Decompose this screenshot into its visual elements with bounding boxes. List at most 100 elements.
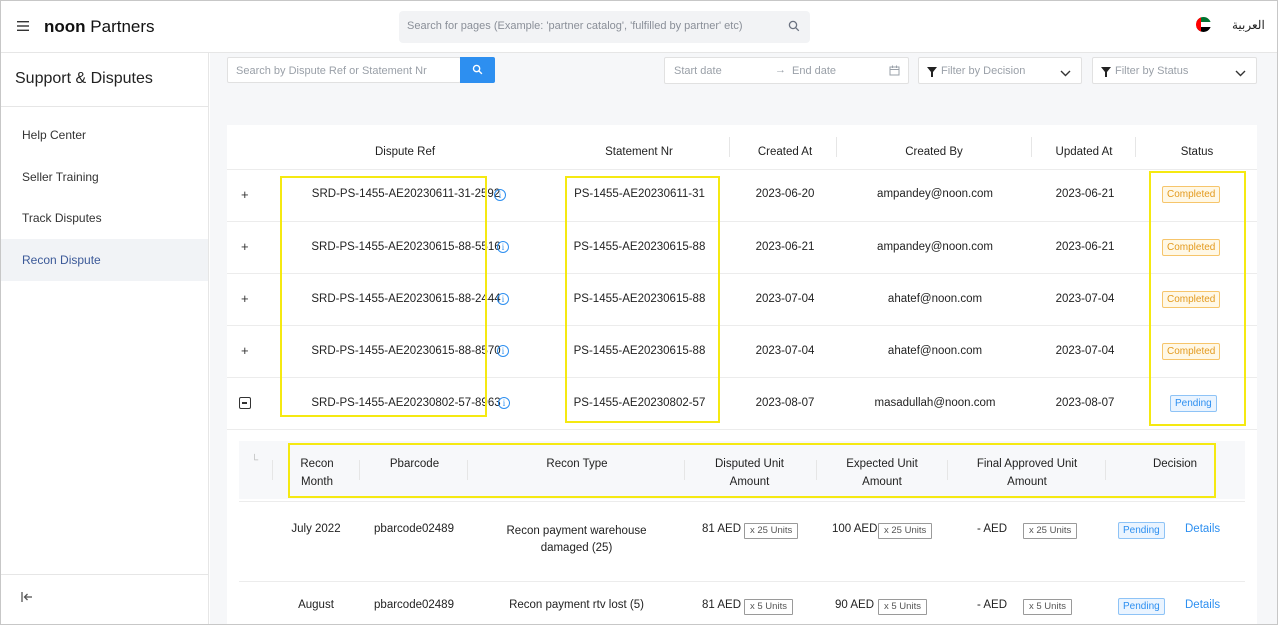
global-search-placeholder: Search for pages (Example: 'partner cata… — [407, 20, 743, 32]
sidebar-item-track-disputes[interactable]: Track Disputes — [1, 197, 208, 239]
expected-amount-cell: 100 AED — [832, 523, 878, 535]
pbarcode-cell: pbarcode02489 — [374, 523, 454, 535]
column-divider — [1031, 137, 1032, 157]
column-header-status[interactable]: Status — [1145, 146, 1249, 158]
decision-badge: Pending — [1118, 522, 1165, 539]
highlight-box-dispute-ref — [280, 176, 487, 417]
dispute-search-input[interactable]: Search by Dispute Ref or Statement Nr — [227, 57, 461, 83]
filter-icon — [1101, 66, 1111, 80]
sidebar-divider — [1, 106, 208, 107]
decision-filter-placeholder: Filter by Decision — [941, 65, 1026, 77]
filter-icon — [927, 66, 937, 80]
start-date-field[interactable]: Start date — [674, 65, 722, 77]
column-header-created-at[interactable]: Created At — [732, 146, 838, 158]
search-icon — [472, 64, 483, 75]
updated-at-cell: 2023-07-04 — [1055, 345, 1115, 357]
recon-type-cell: Recon payment warehouse damaged (25) — [506, 525, 647, 554]
final-amount-cell: - AED — [977, 599, 1008, 611]
updated-at-cell: 2023-08-07 — [1055, 397, 1115, 409]
created-at-cell: 2023-07-04 — [755, 293, 815, 305]
expand-row-icon[interactable]: + — [241, 239, 249, 254]
info-icon[interactable]: i — [497, 241, 509, 253]
pbarcode-cell: pbarcode02489 — [374, 599, 454, 611]
decision-badge: Pending — [1118, 598, 1165, 615]
status-filter-dropdown[interactable]: Filter by Status — [1092, 57, 1257, 84]
info-icon[interactable]: i — [497, 293, 509, 305]
brand-logo[interactable]: noon Partners — [44, 17, 155, 37]
row-divider — [239, 501, 1245, 502]
column-header-statement-nr[interactable]: Statement Nr — [587, 146, 691, 158]
highlight-box-status — [1149, 171, 1246, 426]
dispute-search-placeholder: Search by Dispute Ref or Statement Nr — [236, 65, 427, 77]
global-search-input[interactable]: Search for pages (Example: 'partner cata… — [399, 11, 810, 43]
chevron-down-icon — [1235, 66, 1246, 80]
created-by-cell: ampandey@noon.com — [877, 188, 993, 200]
created-at-cell: 2023-06-20 — [755, 188, 815, 200]
created-by-cell: ampandey@noon.com — [877, 241, 993, 253]
info-icon[interactable]: i — [497, 345, 509, 357]
expand-row-icon[interactable]: + — [241, 343, 249, 358]
sidebar-bottom-divider — [1, 574, 208, 575]
updated-at-cell: 2023-06-21 — [1055, 188, 1115, 200]
expected-units-tag: x 25 Units — [878, 523, 933, 539]
disputed-amount-cell: 81 AED — [702, 523, 741, 535]
created-by-cell: masadullah@noon.com — [874, 397, 996, 409]
column-divider — [1135, 137, 1136, 157]
recon-month-cell: July 2022 — [291, 523, 341, 535]
search-icon[interactable] — [788, 20, 800, 35]
column-divider — [836, 137, 837, 157]
final-units-tag: x 5 Units — [1023, 599, 1072, 615]
hamburger-icon[interactable] — [17, 18, 29, 35]
final-units-tag: x 25 Units — [1023, 523, 1078, 539]
collapse-row-icon[interactable] — [239, 397, 251, 409]
column-header-created-by[interactable]: Created By — [867, 146, 1001, 158]
column-header-dispute-ref[interactable]: Dispute Ref — [352, 146, 458, 158]
final-amount-cell: - AED — [977, 523, 1008, 535]
created-by-cell: ahatef@noon.com — [887, 345, 983, 357]
details-link[interactable]: Details — [1185, 599, 1220, 611]
disputed-units-tag: x 5 Units — [744, 599, 793, 615]
dispute-search-button[interactable] — [460, 57, 495, 83]
language-toggle[interactable]: العربية — [1232, 18, 1265, 32]
updated-at-cell: 2023-07-04 — [1055, 293, 1115, 305]
end-date-field[interactable]: End date — [792, 65, 836, 77]
info-icon[interactable]: i — [494, 189, 506, 201]
expand-row-icon[interactable]: + — [241, 291, 249, 306]
info-icon[interactable]: i — [498, 397, 510, 409]
column-divider — [272, 460, 273, 480]
top-bar: noon Partners Search for pages (Example:… — [1, 1, 1277, 53]
calendar-icon[interactable] — [889, 65, 900, 79]
sidebar-title: Support & Disputes — [15, 70, 153, 87]
disputed-amount-cell: 81 AED — [702, 599, 741, 611]
decision-filter-dropdown[interactable]: Filter by Decision — [918, 57, 1082, 84]
column-header-updated-at[interactable]: Updated At — [1032, 146, 1136, 158]
sidebar-item-seller-training[interactable]: Seller Training — [1, 156, 208, 198]
created-at-cell: 2023-07-04 — [755, 345, 815, 357]
collapse-sidebar-icon[interactable] — [21, 590, 33, 606]
recon-month-cell: August — [298, 599, 334, 611]
created-at-cell: 2023-06-21 — [755, 241, 815, 253]
arrow-right-icon: → — [775, 64, 786, 76]
expand-row-icon[interactable]: + — [241, 187, 249, 202]
app-window: noon Partners Search for pages (Example:… — [0, 0, 1278, 625]
status-filter-placeholder: Filter by Status — [1115, 65, 1189, 77]
date-range-picker[interactable]: Start date → End date — [664, 57, 909, 84]
details-link[interactable]: Details — [1185, 523, 1220, 535]
sidebar-item-recon-dispute[interactable]: Recon Dispute — [1, 239, 208, 281]
row-divider — [239, 581, 1245, 582]
highlight-box-statement-nr — [565, 176, 720, 423]
expected-amount-cell: 90 AED — [835, 599, 874, 611]
tree-connector-icon: └ — [251, 455, 259, 466]
created-by-cell: ahatef@noon.com — [887, 293, 983, 305]
column-divider — [729, 137, 730, 157]
row-divider — [227, 429, 1257, 430]
chevron-down-icon — [1060, 66, 1071, 80]
created-at-cell: 2023-08-07 — [755, 397, 815, 409]
sidebar: Support & Disputes Help Center Seller Tr… — [1, 53, 209, 624]
sidebar-item-help-center[interactable]: Help Center — [1, 114, 208, 156]
uae-flag-icon[interactable] — [1196, 17, 1211, 32]
updated-at-cell: 2023-06-21 — [1055, 241, 1115, 253]
disputed-units-tag: x 25 Units — [744, 523, 799, 539]
recon-type-cell: Recon payment rtv lost (5) — [509, 599, 644, 611]
table-header-border — [227, 169, 1257, 170]
